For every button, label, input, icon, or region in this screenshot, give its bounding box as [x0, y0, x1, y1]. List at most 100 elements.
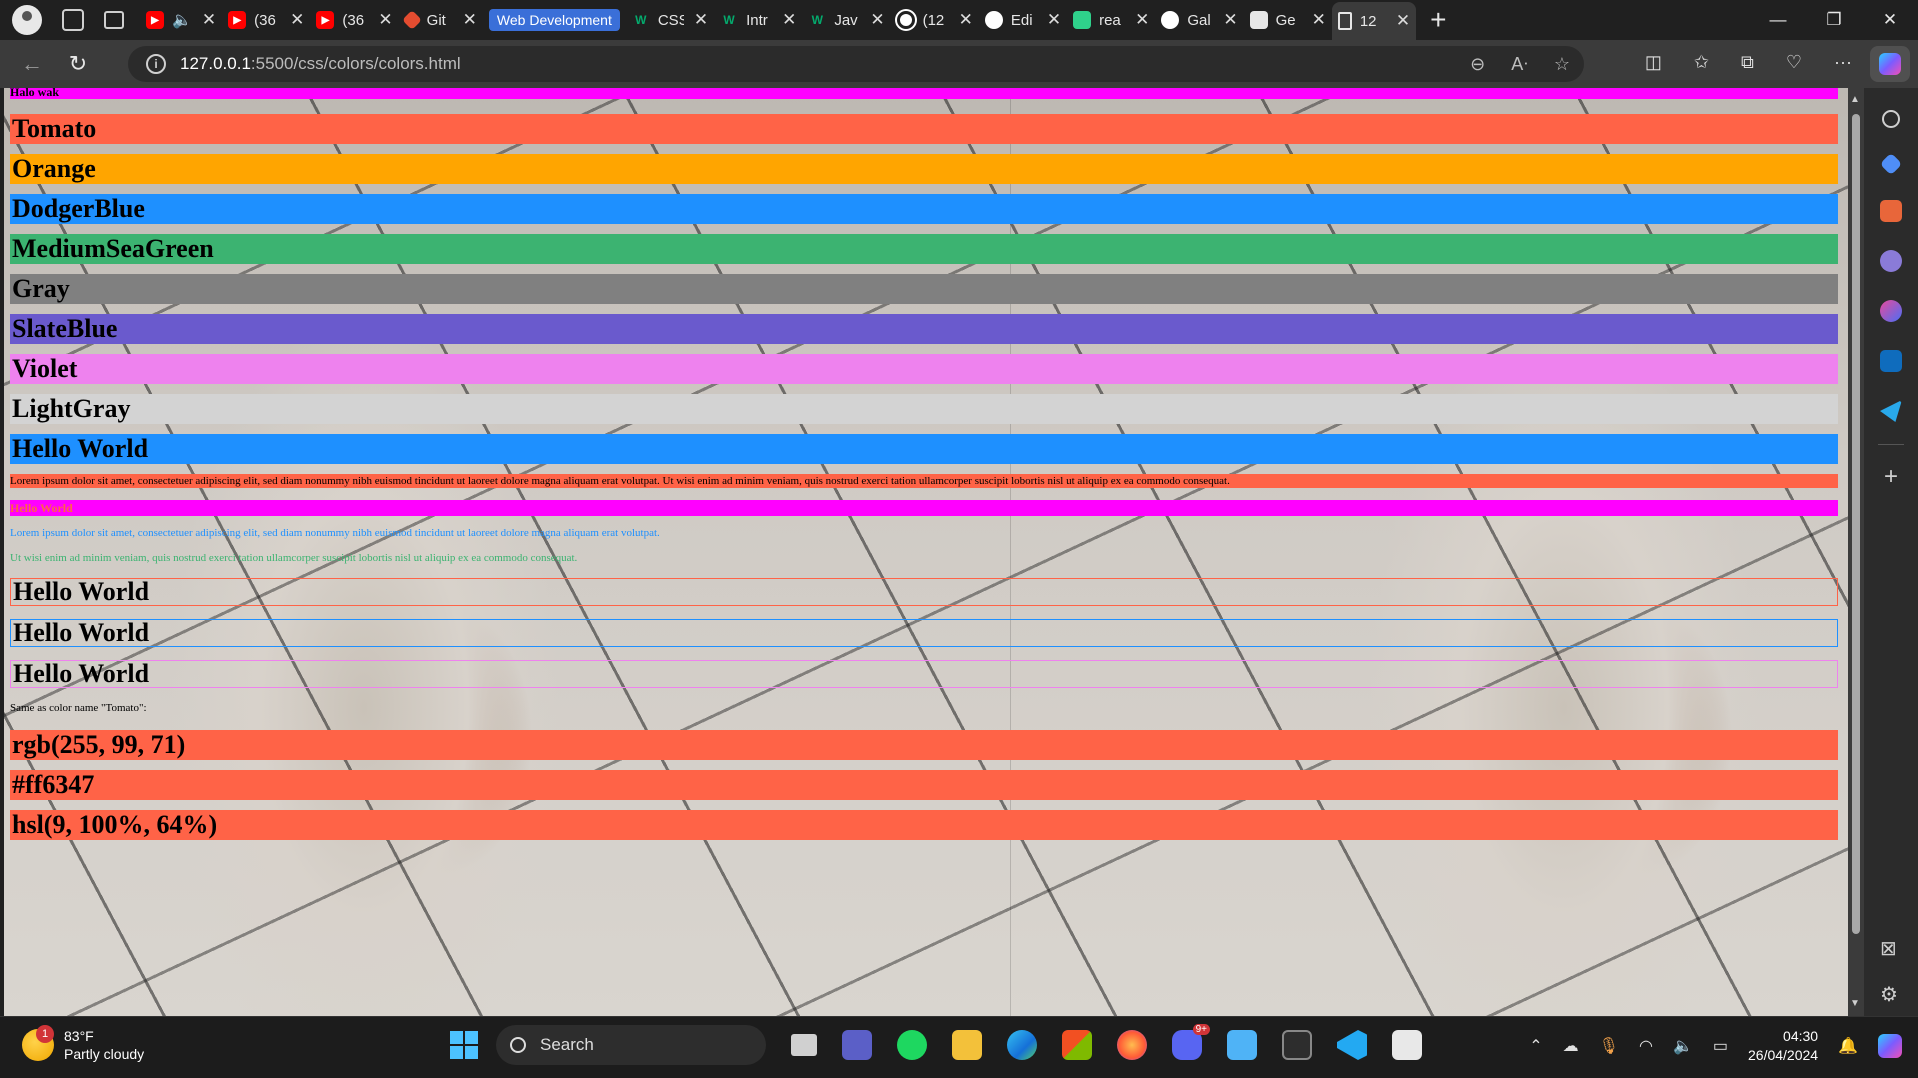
heading-mediumseagreen: MediumSeaGreen	[10, 234, 1838, 264]
sidebar-settings-gear-icon[interactable]: ⚙	[1880, 982, 1898, 1007]
tab-title: (36	[342, 11, 365, 29]
tab-list: ▶ 🔈 ✕ ▶ (36 ✕ ▶ (36 ✕ Git ✕ Web Developm…	[140, 0, 1417, 40]
more-menu-icon[interactable]: ···	[1834, 52, 1852, 73]
teams-icon[interactable]	[842, 1030, 872, 1060]
microphone-icon[interactable]: 🎙	[1599, 1036, 1619, 1056]
close-tab-icon[interactable]: ✕	[463, 10, 477, 30]
microsoft-365-icon[interactable]	[1880, 300, 1902, 322]
notification-bell-icon[interactable]: 🔔	[1838, 1036, 1858, 1056]
clock[interactable]: 04:30 26/04/2024	[1748, 1027, 1818, 1065]
notepad-icon[interactable]	[1227, 1030, 1257, 1060]
scroll-up-arrow-icon[interactable]: ▲	[1850, 94, 1860, 105]
close-tab-icon[interactable]: ✕	[290, 10, 304, 30]
search-icon	[510, 1037, 526, 1053]
tab-intro[interactable]: W Intr ✕	[714, 5, 802, 35]
page-scrollbar[interactable]: ▲ ▼	[1848, 88, 1864, 1016]
close-tab-icon[interactable]: ✕	[959, 10, 973, 30]
volume-icon[interactable]: 🔈	[1673, 1036, 1693, 1056]
onedrive-cloud-icon[interactable]: ☁	[1563, 1036, 1579, 1056]
workspaces-icon[interactable]	[62, 9, 84, 31]
close-tab-icon[interactable]: ✕	[694, 10, 708, 30]
restore-icon[interactable]: ❐	[1806, 0, 1862, 40]
back-arrow-icon[interactable]: ←	[12, 51, 52, 77]
tab-github-edit[interactable]: Edi ✕	[979, 5, 1067, 35]
scroll-down-arrow-icon[interactable]: ▼	[1850, 998, 1860, 1009]
hide-sidebar-icon[interactable]: ⊠	[1880, 936, 1897, 961]
read-aloud-icon[interactable]: Aᐧ	[1511, 54, 1528, 75]
site-info-icon[interactable]: i	[146, 54, 166, 74]
close-tab-icon[interactable]: ✕	[1223, 10, 1237, 30]
browser-essentials-icon[interactable]: ♡	[1786, 52, 1802, 73]
tab-css[interactable]: W CSS ✕	[626, 5, 714, 35]
terminal-icon[interactable]	[1282, 1030, 1312, 1060]
weather-widget[interactable]: 1 83°F Partly cloudy	[22, 1025, 144, 1063]
profile-avatar[interactable]	[12, 5, 42, 35]
vscode-icon[interactable]	[1337, 1030, 1367, 1060]
favorites-icon[interactable]: ✩	[1694, 52, 1709, 73]
tab-whatsapp[interactable]: (12 ✕	[891, 5, 979, 35]
tab-git[interactable]: Git ✕	[399, 5, 483, 35]
address-bar[interactable]: i 127.0.0.1:5500/css/colors/colors.html …	[128, 46, 1584, 82]
show-hidden-icons-chevron-icon[interactable]: ⌃	[1529, 1036, 1542, 1056]
tab-github-gallery[interactable]: Gal ✕	[1155, 5, 1243, 35]
tab-readme[interactable]: rea ✕	[1067, 5, 1155, 35]
tab-actions-icon[interactable]	[104, 11, 124, 29]
copilot-button[interactable]	[1870, 46, 1910, 82]
collections-icon[interactable]: ⧉	[1741, 52, 1754, 73]
search-icon[interactable]	[1882, 110, 1900, 128]
outlook-icon[interactable]	[1880, 350, 1902, 372]
speaker-icon[interactable]: 🔈	[172, 10, 192, 30]
tab-active-localhost[interactable]: 12 ✕	[1331, 2, 1417, 40]
spotify-icon[interactable]	[897, 1030, 927, 1060]
tab-title: CSS	[657, 11, 684, 29]
tab-title: Gal	[1187, 11, 1211, 29]
refresh-icon[interactable]: ↻	[58, 51, 98, 77]
tab-youtube-audio[interactable]: ▶ 🔈 ✕	[140, 5, 222, 35]
close-tab-icon[interactable]: ✕	[870, 10, 884, 30]
close-window-icon[interactable]: ✕	[1862, 0, 1918, 40]
new-tab-button[interactable]: +	[1430, 4, 1446, 36]
tools-briefcase-icon[interactable]	[1880, 200, 1902, 222]
system-tray: ⌃ ☁ 🎙 ◠ 🔈 ▭ 04:30 26/04/2024 🔔	[1529, 1027, 1902, 1065]
discord-icon[interactable]: 9+	[1172, 1024, 1210, 1060]
favorite-star-icon[interactable]: ☆	[1554, 54, 1570, 75]
task-view-icon[interactable]	[791, 1034, 817, 1056]
microsoft-store-icon[interactable]	[1062, 1030, 1092, 1060]
close-tab-icon[interactable]: ✕	[378, 10, 392, 30]
taskbar-search-box[interactable]: Search	[496, 1025, 766, 1065]
close-tab-icon[interactable]: ✕	[1135, 10, 1149, 30]
tab-youtube-1[interactable]: ▶ (36 ✕	[222, 5, 310, 35]
tab-youtube-2[interactable]: ▶ (36 ✕	[310, 5, 398, 35]
tab-generate[interactable]: Ge ✕	[1244, 5, 1332, 35]
heading-hello-world-tomato-text: Hello World	[10, 500, 1838, 516]
copilot-taskbar-icon[interactable]	[1878, 1034, 1902, 1058]
edge-browser-icon[interactable]	[1007, 1030, 1037, 1060]
git-icon	[401, 10, 422, 30]
paragraph-dodgerblue-text: Lorem ipsum dolor sit amet, consectetuer…	[10, 527, 660, 539]
wifi-icon[interactable]: ◠	[1639, 1036, 1653, 1056]
close-tab-icon[interactable]: ✕	[202, 10, 216, 30]
close-tab-icon[interactable]: ✕	[1312, 10, 1326, 30]
tab-title: Git	[426, 11, 446, 29]
zoom-out-icon[interactable]: ⊖	[1470, 54, 1485, 75]
close-tab-icon[interactable]: ✕	[1396, 11, 1410, 31]
scrollbar-thumb[interactable]	[1852, 114, 1860, 934]
snipping-tool-icon[interactable]	[1392, 1030, 1422, 1060]
shopping-tag-icon[interactable]	[1879, 152, 1903, 176]
tab-java[interactable]: W Jav ✕	[802, 5, 890, 35]
battery-icon[interactable]: ▭	[1713, 1036, 1728, 1056]
close-tab-icon[interactable]: ✕	[1047, 10, 1061, 30]
heading-lightgray: LightGray	[10, 394, 1838, 424]
close-tab-icon[interactable]: ✕	[782, 10, 796, 30]
start-windows-icon[interactable]	[450, 1031, 478, 1059]
tab-group-label[interactable]: Web Development	[488, 9, 620, 31]
games-icon[interactable]	[1880, 250, 1902, 272]
minimize-icon[interactable]: —	[1750, 0, 1806, 40]
split-screen-icon[interactable]: ◫	[1645, 52, 1662, 73]
heading-hsl-value: hsl(9, 100%, 64%)	[10, 810, 1838, 840]
file-explorer-icon[interactable]	[952, 1030, 982, 1060]
firefox-icon[interactable]	[1117, 1030, 1147, 1060]
add-sidebar-app-icon[interactable]: +	[1884, 463, 1898, 491]
send-icon[interactable]	[1880, 400, 1902, 422]
url-text[interactable]: 127.0.0.1:5500/css/colors/colors.html	[180, 54, 461, 74]
